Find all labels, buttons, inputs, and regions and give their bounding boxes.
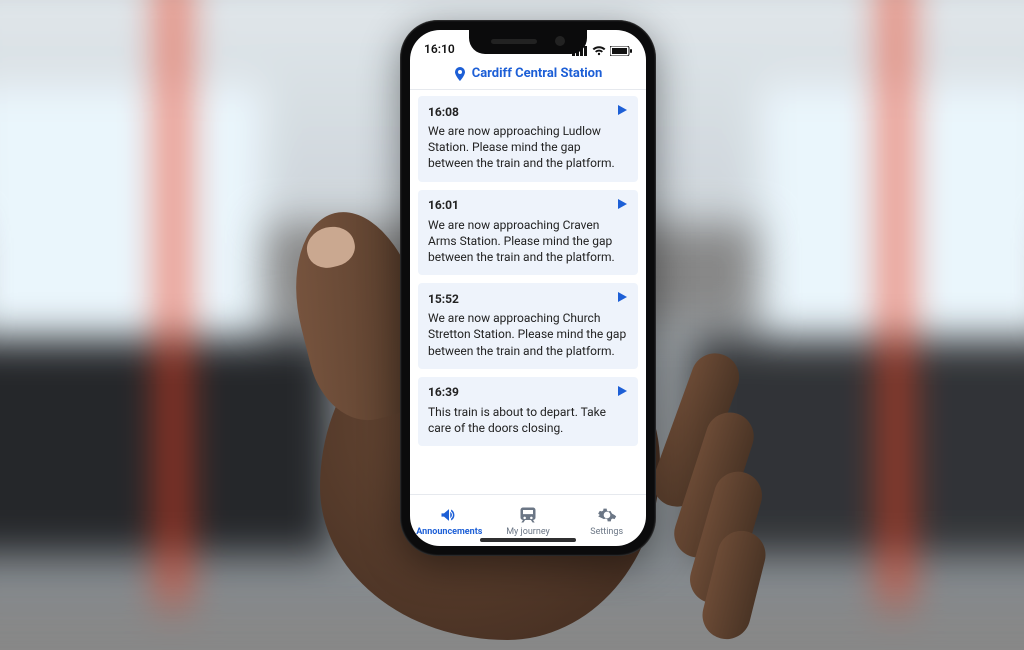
play-icon[interactable]	[616, 104, 628, 119]
announcement-card[interactable]: 15:52 We are now approaching Church Stre…	[418, 283, 638, 369]
announcement-time: 16:39	[428, 385, 459, 399]
tab-label: My journey	[506, 527, 550, 537]
tab-announcements[interactable]: Announcements	[410, 495, 489, 546]
phone-notch	[469, 30, 587, 54]
location-header[interactable]: Cardiff Central Station	[410, 58, 646, 90]
announcement-time: 16:08	[428, 105, 459, 119]
train-icon	[518, 505, 538, 525]
announcement-text: We are now approaching Church Stretton S…	[428, 310, 628, 359]
status-time: 16:10	[424, 42, 455, 56]
announcement-text: We are now approaching Ludlow Station. P…	[428, 123, 628, 172]
play-icon[interactable]	[616, 291, 628, 306]
phone-frame: 16:10 Cardiff Central Station 16:08 We a…	[400, 20, 656, 556]
wifi-icon	[592, 46, 606, 56]
tab-label: Announcements	[416, 527, 482, 537]
home-indicator[interactable]	[480, 538, 576, 542]
announcement-time: 15:52	[428, 292, 459, 306]
announcement-card[interactable]: 16:39 This train is about to depart. Tak…	[418, 377, 638, 446]
announcement-card[interactable]: 16:08 We are now approaching Ludlow Stat…	[418, 96, 638, 182]
megaphone-icon	[439, 505, 459, 525]
announcement-text: We are now approaching Craven Arms Stati…	[428, 217, 628, 266]
announcement-time: 16:01	[428, 198, 459, 212]
announcement-card[interactable]: 16:01 We are now approaching Craven Arms…	[418, 190, 638, 276]
gear-icon	[597, 505, 617, 525]
play-icon[interactable]	[616, 385, 628, 400]
announcement-text: This train is about to depart. Take care…	[428, 404, 628, 436]
phone-screen: 16:10 Cardiff Central Station 16:08 We a…	[410, 30, 646, 546]
tab-label: Settings	[590, 527, 623, 537]
location-header-label: Cardiff Central Station	[472, 66, 603, 81]
location-pin-icon	[454, 67, 466, 81]
tab-settings[interactable]: Settings	[567, 495, 646, 546]
play-icon[interactable]	[616, 198, 628, 213]
battery-icon	[610, 46, 632, 56]
announcement-feed[interactable]: 16:08 We are now approaching Ludlow Stat…	[410, 90, 646, 494]
